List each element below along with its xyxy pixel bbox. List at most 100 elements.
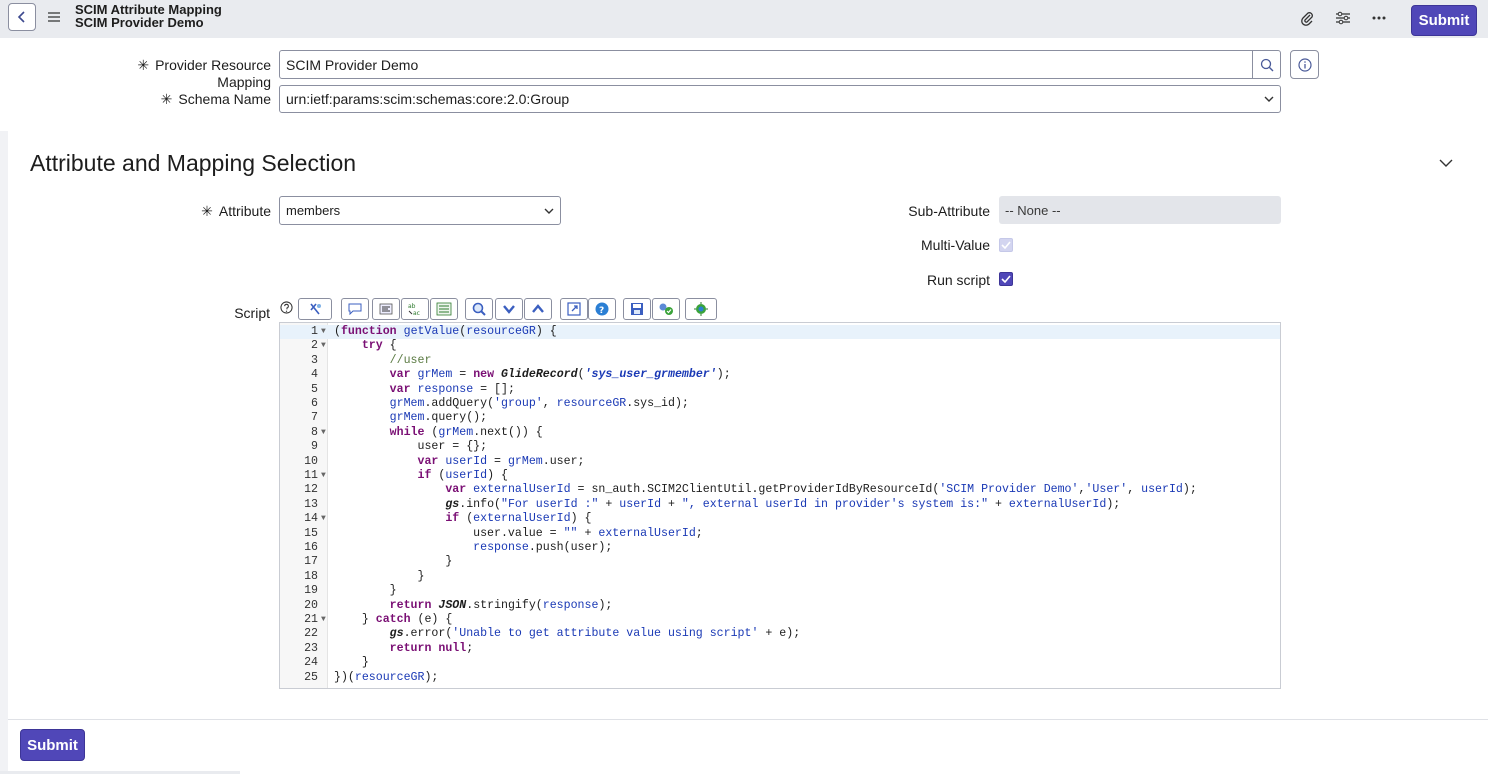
info-icon [1297,57,1312,72]
search-icon [472,302,486,316]
code-text: return null; [389,641,474,655]
attribute-value: members [286,203,341,218]
code-text: var userId = grMem.user; [417,454,585,468]
required-icon: ✳ [160,91,173,107]
sub-attribute-field: -- None -- [999,196,1281,224]
fold-arrow-icon[interactable]: ▼ [321,426,326,440]
align-button[interactable] [372,298,400,320]
code-text: grMem.query(); [389,411,488,425]
check-icon [659,303,673,315]
script-help-button[interactable]: ? [588,298,616,320]
code-line: 2 ▼ try { [280,339,1280,353]
fold-arrow-icon[interactable]: ▼ [321,325,326,339]
code-line: 1 ▼ (function getValue(resourceGR) { [280,325,1280,340]
check-syntax-button[interactable] [652,298,680,320]
checkmark-icon [1001,241,1011,249]
attribute-label: Attribute [218,203,271,219]
debug-icon [694,302,708,316]
code-text: gs.info("For userId :" + userId + ", ext… [445,497,1121,511]
next-match-button[interactable] [495,298,523,320]
more-options-button[interactable] [1369,8,1389,28]
replace-button[interactable]: ab ac [401,298,429,320]
info-button[interactable] [1290,50,1319,79]
schema-label-row: ✳ Schema Name [120,91,271,108]
code-text: var grMem = new GlideRecord('sys_user_gr… [389,368,731,382]
code-text: var externalUserId = sn_auth.SCIM2Client… [445,483,1197,497]
search-icon [1260,58,1274,71]
required-icon: ✳ [137,57,150,73]
fullscreen-button[interactable] [560,298,588,320]
back-button[interactable] [8,3,36,31]
code-line: 5 var response = []; [280,383,1280,397]
line-number: 15 [304,526,318,540]
help-icon: ? [595,302,609,316]
code-line: 10 var userId = grMem.user; [280,454,1280,469]
lookup-button[interactable] [1252,50,1281,79]
menu-button[interactable] [46,8,62,26]
code-line: 3 //user [280,353,1280,368]
line-number: 10 [304,454,318,468]
code-text: gs.error('Unable to get attribute value … [389,627,801,641]
line-number: 9 [311,440,318,454]
code-text: grMem.addQuery('group', resourceGR.sys_i… [389,397,689,410]
code-text: } [334,656,369,670]
code-line: 6 grMem.addQuery('group', resourceGR.sys… [280,397,1280,411]
code-text: (function getValue(resourceGR) { [334,325,557,338]
code-text: //user [389,353,432,367]
code-text: } [334,584,397,598]
previous-match-button[interactable] [524,298,552,320]
code-text: user = {}; [334,440,488,454]
format-code-button[interactable] [298,298,332,320]
fold-arrow-icon[interactable]: ▼ [321,613,326,627]
comment-button[interactable] [341,298,369,320]
code-text: if (externalUserId) { [445,512,592,526]
code-text: user.value = "" + externalUserId; [334,526,703,540]
svg-text:ab: ab [408,303,416,310]
personalize-button[interactable] [1333,8,1353,28]
sub-attribute-value: -- None -- [1005,202,1061,218]
multi-value-checkbox [999,238,1013,252]
run-script-checkbox[interactable] [999,272,1013,286]
attribute-label-row: ✳ Attribute [180,203,271,220]
fold-arrow-icon[interactable]: ▼ [321,469,326,483]
submit-button-bottom[interactable]: Submit [20,729,85,761]
line-number: 7 [311,411,318,425]
attachment-button[interactable] [1297,8,1317,28]
line-number: 20 [304,598,318,612]
code-line: 18 } [280,569,1280,584]
checkmark-icon [1001,275,1011,283]
code-line: 11 ▼ if (userId) { [280,469,1280,483]
fold-arrow-icon[interactable]: ▼ [321,512,326,526]
collapse-chevron-icon[interactable] [1438,155,1454,171]
replace-all-button[interactable] [430,298,458,320]
code-text: response.push(user); [473,541,613,554]
code-line: 9 user = {}; [280,440,1280,454]
line-number: 2 [311,339,318,353]
debug-script-button[interactable] [685,298,717,320]
provider-label-row: ✳ Provider Resource Mapping [95,57,271,90]
align-icon [379,303,393,315]
code-line: 15 user.value = "" + externalUserId; [280,526,1280,541]
save-script-button[interactable] [623,298,651,320]
line-number: 19 [304,584,318,598]
line-number: 24 [304,656,318,670]
search-code-button[interactable] [465,298,493,320]
code-text: } [334,555,453,569]
fold-arrow-icon[interactable]: ▼ [321,339,326,353]
multi-value-label: Multi-Value [921,237,990,253]
help-circle-icon[interactable] [280,301,293,314]
chevron-down-icon [544,208,554,214]
run-script-label: Run script [926,272,990,288]
code-text: } [334,569,425,583]
line-number: 8 [311,425,318,439]
line-number: 3 [311,353,318,367]
line-number: 25 [304,670,318,684]
provider-resource-mapping-field[interactable]: SCIM Provider Demo [279,50,1281,79]
schema-name-select[interactable]: urn:ietf:params:scim:schemas:core:2.0:Gr… [279,85,1281,113]
submit-button-top[interactable]: Submit [1411,5,1477,36]
script-editor[interactable]: 1 ▼ (function getValue(resourceGR) {2 ▼ try… [279,322,1281,689]
chevron-down-icon [1264,96,1274,102]
line-number: 16 [304,541,318,554]
attribute-select[interactable]: members [279,196,561,225]
line-number: 14 [304,512,318,526]
